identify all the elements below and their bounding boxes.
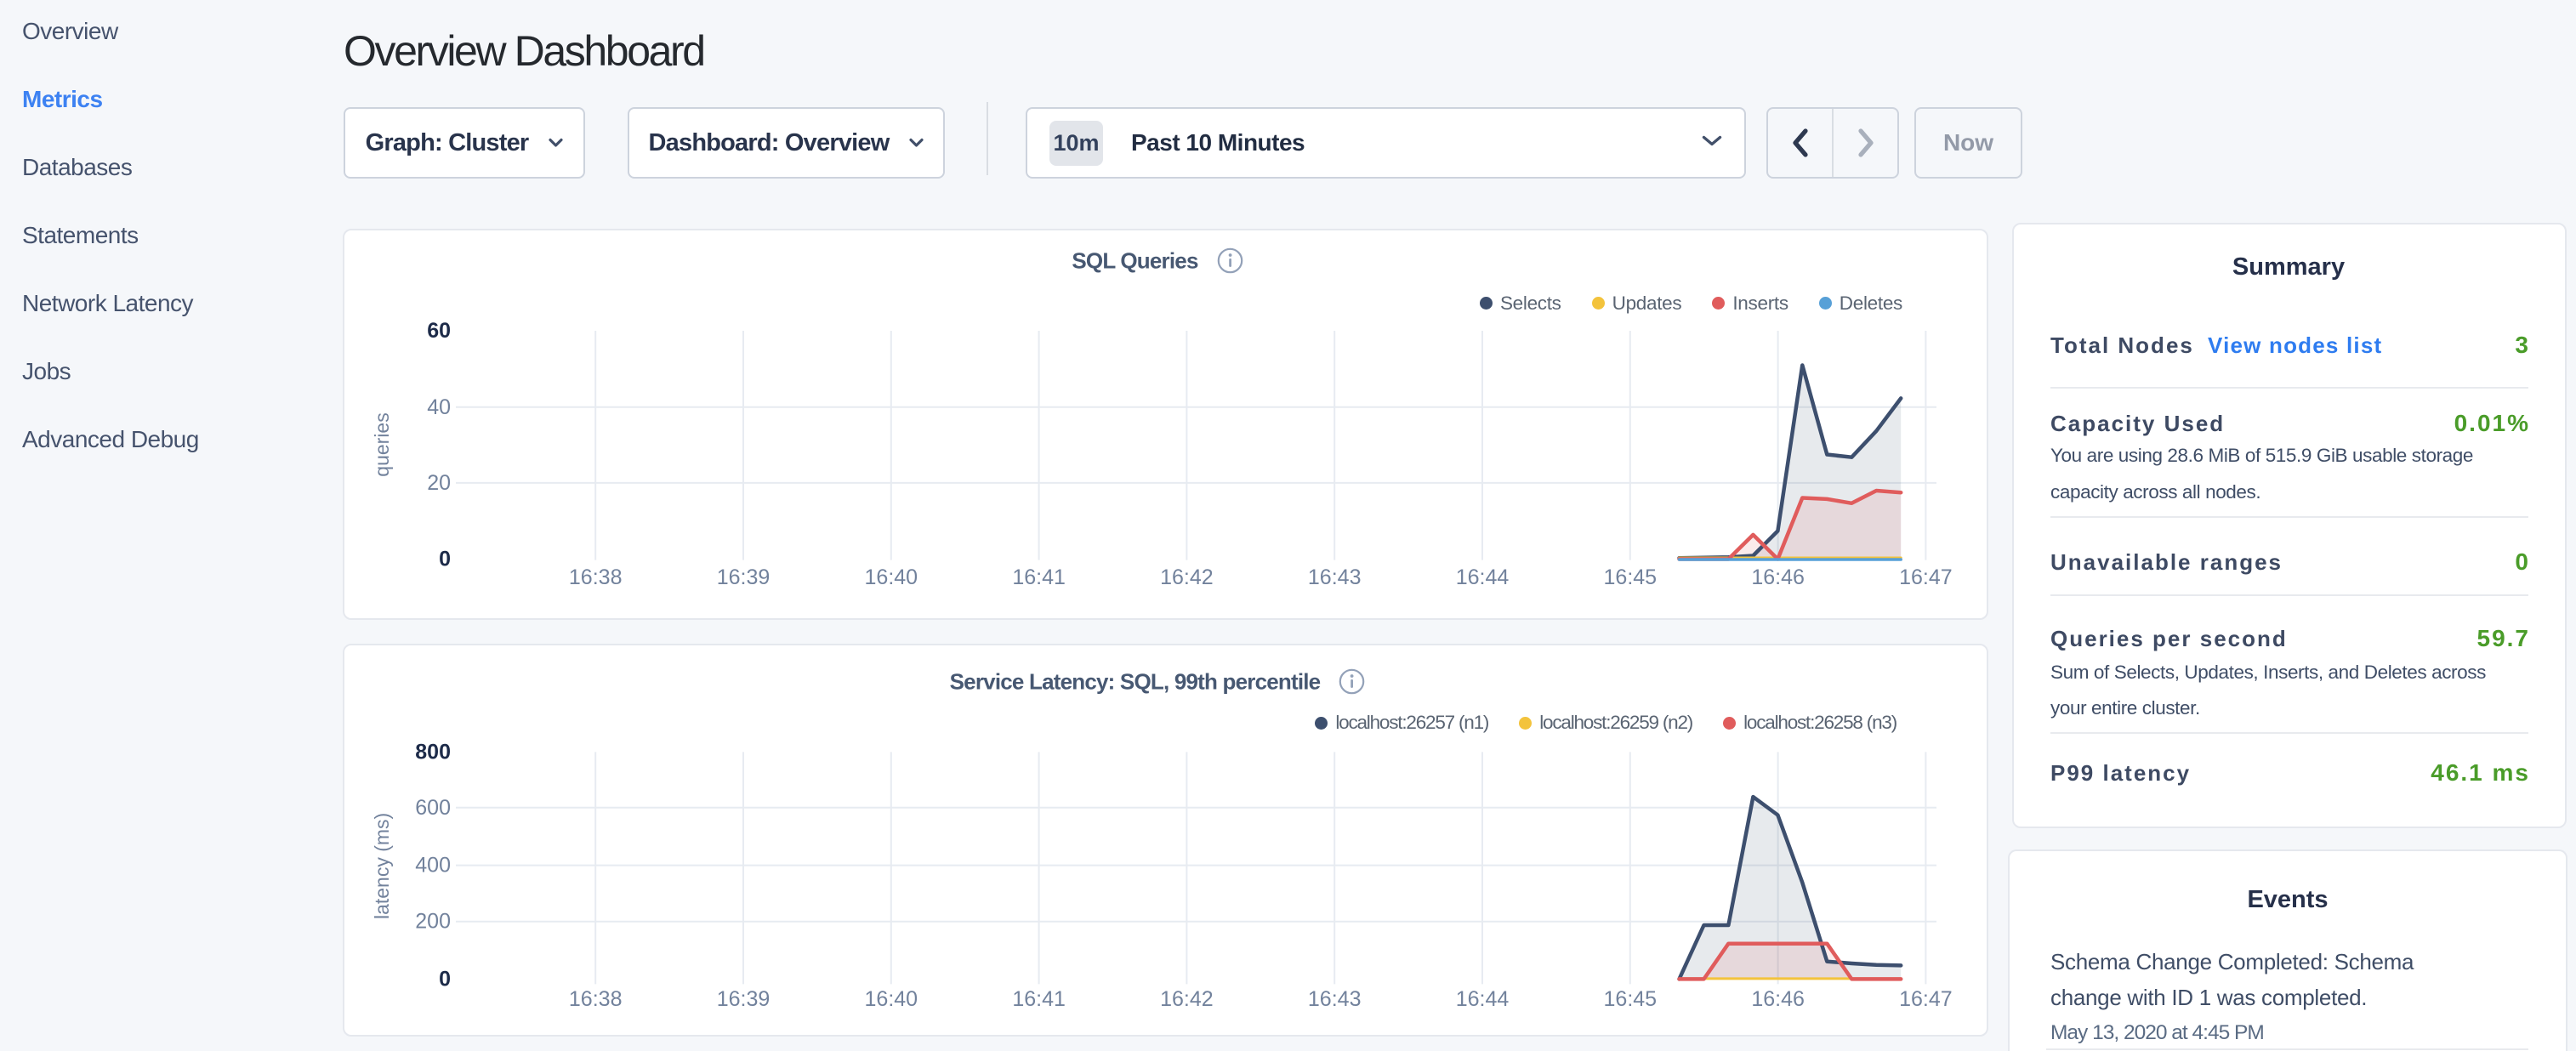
svg-text:latency (ms): latency (ms): [371, 813, 393, 919]
svg-text:16:38: 16:38: [569, 565, 623, 589]
svg-text:40: 40: [427, 395, 451, 419]
svg-text:60: 60: [427, 319, 451, 343]
svg-text:16:40: 16:40: [865, 987, 918, 1011]
svg-text:16:39: 16:39: [717, 565, 771, 589]
svg-text:20: 20: [427, 471, 451, 495]
svg-text:16:46: 16:46: [1751, 987, 1805, 1011]
svg-text:16:47: 16:47: [1899, 987, 1953, 1011]
svg-text:16:42: 16:42: [1160, 565, 1214, 589]
svg-text:16:41: 16:41: [1012, 987, 1066, 1011]
svg-text:16:40: 16:40: [865, 565, 918, 589]
svg-text:800: 800: [415, 740, 451, 764]
svg-text:16:47: 16:47: [1899, 565, 1953, 589]
svg-text:0: 0: [439, 548, 451, 571]
svg-text:0: 0: [439, 967, 451, 991]
svg-text:16:43: 16:43: [1308, 987, 1362, 1011]
svg-text:queries: queries: [371, 412, 393, 476]
svg-text:16:45: 16:45: [1604, 987, 1658, 1011]
svg-text:16:42: 16:42: [1160, 987, 1214, 1011]
svg-text:16:43: 16:43: [1308, 565, 1362, 589]
svg-text:600: 600: [415, 796, 451, 820]
svg-text:16:45: 16:45: [1604, 565, 1658, 589]
svg-text:400: 400: [415, 854, 451, 878]
svg-text:16:46: 16:46: [1751, 565, 1805, 589]
svg-text:16:38: 16:38: [569, 987, 623, 1011]
svg-text:16:39: 16:39: [717, 987, 771, 1011]
svg-text:16:41: 16:41: [1012, 565, 1066, 589]
svg-text:16:44: 16:44: [1456, 565, 1510, 589]
svg-text:16:44: 16:44: [1456, 987, 1510, 1011]
svg-text:200: 200: [415, 910, 451, 934]
